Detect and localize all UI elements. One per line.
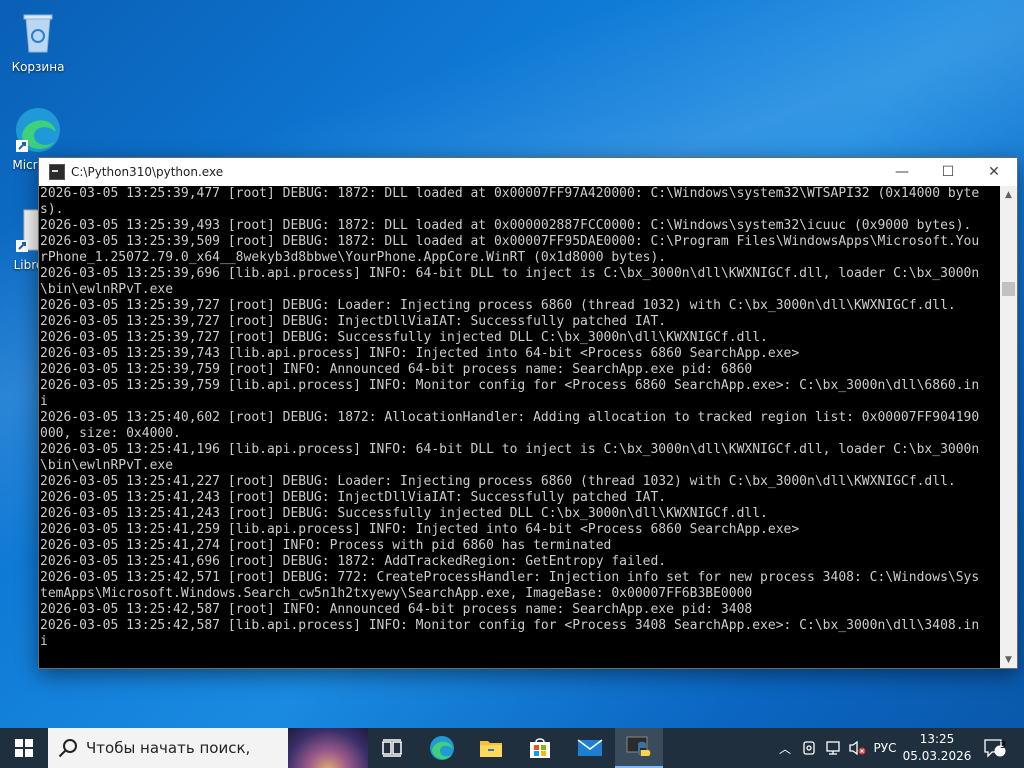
taskbar-clock[interactable]: 13:25 05.03.2026 <box>898 728 976 768</box>
maximize-button[interactable]: ☐ <box>925 158 971 186</box>
console-line: 000, size: 0x4000. <box>40 426 181 441</box>
desktop-icon-recycle-bin[interactable]: Корзина <box>2 8 74 74</box>
task-view-icon <box>382 739 402 757</box>
console-line: 2026-03-05 13:25:39,759 [root] INFO: Ann… <box>40 362 753 377</box>
search-highlight-image <box>288 728 368 768</box>
device-icon <box>803 741 815 755</box>
console-line: s). <box>40 202 64 217</box>
console-window[interactable]: C:\Python310\python.exe — ☐ ✕ 2026-03-05… <box>38 157 1018 669</box>
console-line: 2026-03-05 13:25:41,227 [root] DEBUG: Lo… <box>40 474 956 489</box>
console-line: 2026-03-05 13:25:39,727 [root] DEBUG: Lo… <box>40 298 956 313</box>
folder-icon <box>480 741 502 757</box>
edge-icon <box>14 106 62 154</box>
windows-logo-icon <box>15 739 33 757</box>
start-button[interactable] <box>0 728 48 768</box>
search-placeholder: Чтобы начать поиск, <box>86 739 251 757</box>
tray-volume-icon[interactable] <box>846 728 868 768</box>
recycle-bin-icon <box>14 8 62 56</box>
taskbar-edge[interactable] <box>418 728 466 768</box>
console-output[interactable]: 2026-03-05 13:25:39,477 [root] DEBUG: 18… <box>39 186 1000 668</box>
mail-icon <box>577 739 603 756</box>
title-bar[interactable]: C:\Python310\python.exe — ☐ ✕ <box>39 158 1017 186</box>
tray-network-icon[interactable] <box>822 728 844 768</box>
console-line: 2026-03-05 13:25:41,274 [root] INFO: Pro… <box>40 538 612 553</box>
taskbar-task-view[interactable] <box>368 728 416 768</box>
scroll-down-icon[interactable]: ▼ <box>1000 651 1017 668</box>
console-line: 2026-03-05 13:25:39,696 [lib.api.process… <box>40 266 980 281</box>
taskbar-file-explorer[interactable] <box>467 728 515 768</box>
console-line: 2026-03-05 13:25:40,602 [root] DEBUG: 18… <box>40 410 980 425</box>
clock-date: 05.03.2026 <box>902 749 972 763</box>
taskbar-search-box[interactable]: Чтобы начать поиск, <box>48 728 368 768</box>
console-line: 2026-03-05 13:25:39,477 [root] DEBUG: 18… <box>40 186 980 201</box>
console-line: rPhone_1.25072.79.0_x64__8wekyb3d8bbwe\Y… <box>40 250 667 265</box>
vertical-scrollbar[interactable]: ▲ ▼ <box>1000 186 1017 668</box>
console-line: 2026-03-05 13:25:39,509 [root] DEBUG: 18… <box>40 234 980 249</box>
python-icon <box>626 736 651 756</box>
taskbar-store[interactable] <box>516 728 564 768</box>
console-line: 2026-03-05 13:25:39,493 [root] DEBUG: 18… <box>40 218 972 233</box>
notification-center-button[interactable]: 3 <box>980 728 1010 768</box>
taskbar: Чтобы начать поиск, ︿ РУС 13:25 05.03.20… <box>0 728 1024 768</box>
console-line: 2026-03-05 13:25:41,243 [root] DEBUG: Su… <box>40 506 768 521</box>
console-line: 2026-03-05 13:25:39,759 [lib.api.process… <box>40 378 980 393</box>
console-line: 2026-03-05 13:25:39,727 [root] DEBUG: In… <box>40 314 667 329</box>
language-indicator[interactable]: РУС <box>870 728 900 768</box>
show-hidden-icons-button[interactable]: ︿ <box>774 728 796 768</box>
console-line: i <box>40 394 48 409</box>
clock-time: 13:25 <box>919 732 955 746</box>
scroll-up-icon[interactable]: ▲ <box>1000 186 1017 203</box>
console-line: 2026-03-05 13:25:41,259 [lib.api.process… <box>40 522 800 537</box>
desktop-icon-label: Корзина <box>11 60 65 74</box>
search-icon <box>58 738 78 758</box>
edge-icon <box>430 736 454 760</box>
console-line: 2026-03-05 13:25:41,696 [root] DEBUG: 18… <box>40 554 667 569</box>
notification-count: 3 <box>999 740 1007 751</box>
console-line: \bin\ewlnRPvT.exe <box>40 282 174 297</box>
console-app-icon <box>49 164 65 180</box>
console-line: 2026-03-05 13:25:39,743 [lib.api.process… <box>40 346 800 361</box>
minimize-button[interactable]: — <box>879 158 925 186</box>
scrollbar-thumb[interactable] <box>1002 282 1015 296</box>
console-line: \bin\ewlnRPvT.exe <box>40 458 174 473</box>
console-line: 2026-03-05 13:25:39,727 [root] DEBUG: Su… <box>40 330 768 345</box>
network-icon <box>826 741 840 755</box>
console-line: 2026-03-05 13:25:41,196 [lib.api.process… <box>40 442 980 457</box>
console-line: temApps\Microsoft.Windows.Search_cw5n1h2… <box>40 586 753 601</box>
taskbar-mail[interactable] <box>566 728 614 768</box>
console-line: i <box>40 634 48 649</box>
chevron-up-icon: ︿ <box>778 741 791 756</box>
volume-muted-icon <box>849 740 866 756</box>
console-line: 2026-03-05 13:25:42,587 [lib.api.process… <box>40 618 980 633</box>
taskbar-python[interactable] <box>615 728 663 768</box>
store-icon <box>530 738 550 758</box>
console-line: 2026-03-05 13:25:42,587 [root] INFO: Ann… <box>40 602 753 617</box>
console-line: 2026-03-05 13:25:41,243 [root] DEBUG: In… <box>40 490 667 505</box>
close-button[interactable]: ✕ <box>971 158 1017 186</box>
window-title: C:\Python310\python.exe <box>71 165 224 179</box>
tray-device-icon[interactable] <box>798 728 820 768</box>
console-line: 2026-03-05 13:25:42,571 [root] DEBUG: 77… <box>40 570 980 585</box>
